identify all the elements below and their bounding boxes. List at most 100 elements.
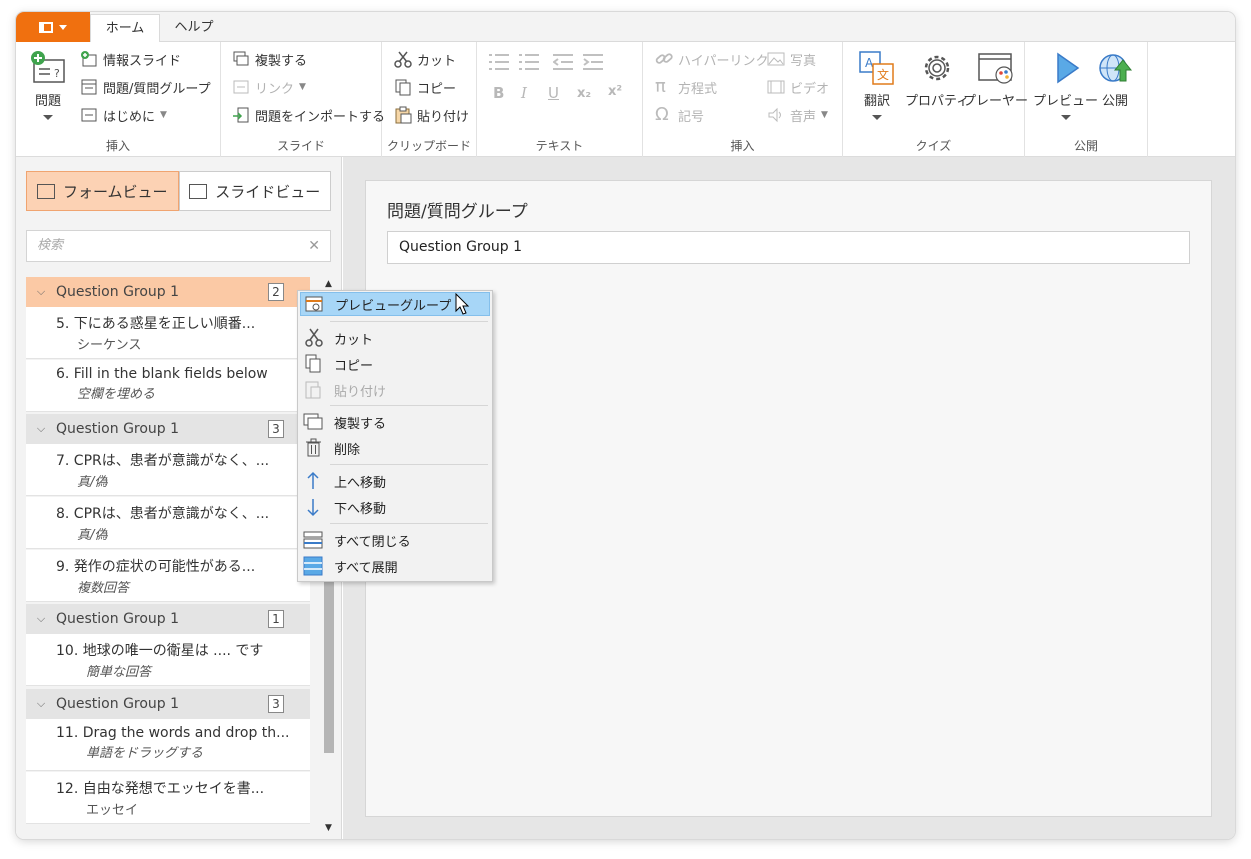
form-view-button[interactable]: フォームビュー [26,171,179,211]
menu-item-paste[interactable]: 貼り付け [300,378,490,402]
superscript-button[interactable]: x² [608,84,622,99]
audio-label: 音声 [790,109,817,125]
translate-icon: A文 [857,48,897,88]
player-button[interactable]: プレーヤー [963,48,1028,109]
hyperlink-button[interactable]: ハイパーリンク [655,48,768,70]
question-group-button[interactable]: 問題/質問グループ [80,76,211,98]
chevron-down-icon[interactable]: ⌵ [26,612,56,626]
question-list-item[interactable]: 9. 発作の症状の可能性がある... 複数回答 [26,550,310,602]
menu-separator [330,405,488,406]
paste-label: 貼り付け [417,109,470,125]
bold-button[interactable]: B [493,84,504,102]
copy-button[interactable]: コピー [394,76,456,98]
video-button[interactable]: ビデオ [767,76,829,98]
question-type: 真/偽 [77,475,108,490]
question-group-row[interactable]: ⌵ Question Group 1 3 [26,414,310,444]
bullet-list-icon[interactable] [489,52,511,76]
ribbon-group-text: B I U x₂ x² テキスト [477,42,643,157]
equation-button[interactable]: π 方程式 [655,76,717,98]
close-icon[interactable]: ✕ [308,231,320,261]
scroll-up-arrow-icon[interactable]: ▲ [325,279,332,289]
link-button[interactable]: リンク ▼ [232,76,306,98]
hyperlink-icon [655,50,673,68]
question-list-panel: フォームビュー スライドビュー 検索 ✕ ⌵ Question Group 1 … [16,157,342,839]
cut-button[interactable]: カット [394,48,456,70]
tab-help[interactable]: ヘルプ [164,14,224,43]
chevron-down-icon[interactable]: ⌵ [26,697,56,711]
chevron-down-icon[interactable]: ⌵ [26,285,56,299]
menu-item-move-up[interactable]: 上へ移動 [300,469,490,493]
menu-item-delete[interactable]: 削除 [300,436,490,460]
menu-item-duplicate[interactable]: 複製する [300,410,490,434]
svg-text:?: ? [54,67,60,80]
menu-item-cut[interactable]: カット [300,326,490,350]
search-input[interactable]: 検索 ✕ [26,230,331,262]
menu-item-expand-all[interactable]: すべて展開 [300,554,490,578]
question-group-row[interactable]: ⌵ Question Group 1 1 [26,604,310,634]
question-list-item[interactable]: 5. 下にある惑星を正しい順番... シーケンス [26,307,310,359]
question-list-item[interactable]: 12. 自由な発想でエッセイを書... エッセイ [26,772,310,824]
question-button[interactable]: ? 問題 [28,48,68,120]
question-type: 単語をドラッグする [86,746,204,761]
gear-icon [917,48,957,88]
import-questions-button[interactable]: 問題をインポートする [232,104,385,126]
symbol-button[interactable]: Ω 記号 [655,104,704,126]
question-type: シーケンス [77,338,142,353]
paste-button[interactable]: 貼り付け [394,104,469,126]
menu-item-move-down[interactable]: 下へ移動 [300,495,490,519]
paste-icon [300,378,330,402]
audio-button[interactable]: 音声 ▼ [767,104,828,126]
translate-button[interactable]: A文 翻訳 [857,48,897,120]
group-name-field[interactable]: Question Group 1 [387,231,1190,264]
hyperlink-label: ハイパーリンク [678,53,769,69]
question-title: 11. Drag the words and drop th... [56,725,290,741]
tab-home[interactable]: ホーム [90,14,160,43]
menu-item-copy[interactable]: コピー [300,352,490,376]
question-type: 複数回答 [77,581,130,596]
collapse-all-icon [300,528,330,552]
italic-button[interactable]: I [521,84,527,102]
photo-button[interactable]: 写真 [767,48,816,70]
slide-view-button[interactable]: スライドビュー [178,171,331,211]
copy-icon [300,352,330,376]
question-list-item[interactable]: 7. CPRは、患者が意識がなく、... 真/偽 [26,444,310,496]
question-list-item[interactable]: 8. CPRは、患者が意識がなく、... 真/偽 [26,497,310,549]
svg-text:文: 文 [877,67,889,82]
group-label-text: テキスト [535,139,584,153]
outdent-icon[interactable] [552,52,575,76]
indent-icon[interactable] [583,52,605,76]
question-list-item[interactable]: 10. 地球の唯一の衛星は .... です 簡単な回答 [26,634,310,686]
preview-button[interactable]: プレビュー [1033,48,1098,120]
question-group-row[interactable]: ⌵ Question Group 1 2 [26,277,310,307]
underline-button[interactable]: U [548,84,559,102]
publish-button[interactable]: 公開 [1095,48,1135,109]
preview-label: プレビュー [1033,94,1099,109]
menu-item-collapse-all[interactable]: すべて閉じる [300,528,490,552]
scroll-down-arrow-icon[interactable]: ▼ [325,823,332,833]
chevron-down-icon [872,115,882,120]
question-list-item[interactable]: 6. Fill in the blank fields below 空欄を埋める [26,360,310,412]
editor-field-label: 問題/質問グループ [387,202,528,222]
cut-label: カット [417,53,457,69]
question-group-row[interactable]: ⌵ Question Group 1 3 [26,689,310,719]
question-title: 8. CPRは、患者が意識がなく、... [56,506,270,522]
group-label-slide: スライド [276,139,325,153]
menu-separator [330,464,488,465]
group-label-quiz: クイズ [915,139,952,153]
trash-icon [300,436,330,460]
duplicate-button[interactable]: 複製する [232,48,307,70]
properties-button[interactable]: プロパティ [905,48,969,109]
globe-upload-icon [1095,48,1135,88]
subscript-button[interactable]: x₂ [577,86,591,101]
question-list-item[interactable]: 11. Drag the words and drop th... 単語をドラッ… [26,719,310,771]
intro-button[interactable]: はじめに ▼ [80,104,167,126]
chevron-down-icon [59,24,67,30]
app-menu-button[interactable] [16,12,90,42]
chevron-down-icon[interactable]: ⌵ [26,422,56,436]
info-slide-button[interactable]: 情報スライド [80,48,181,70]
question-title: 7. CPRは、患者が意識がなく、... [56,453,270,469]
chevron-down-icon: ▼ [299,82,306,92]
duplicate-label: 複製する [255,53,308,69]
numbered-list-icon[interactable] [519,52,541,76]
menu-item-label: カット [334,332,374,348]
